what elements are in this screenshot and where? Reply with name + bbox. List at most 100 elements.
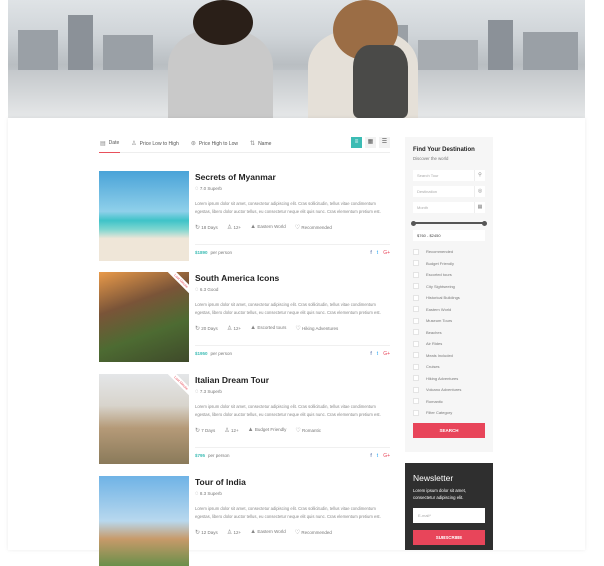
checkbox[interactable] xyxy=(413,386,419,393)
sort-bar: ▤ Date ♙ Price Low to High ⊛ Price High to … xyxy=(99,135,390,153)
tour-image[interactable]: Last Minute xyxy=(99,272,189,362)
price-slider[interactable] xyxy=(411,220,487,226)
category-checkbox[interactable]: Hiking Adventures xyxy=(413,373,485,385)
category-checkbox[interactable]: Air Rides xyxy=(413,338,485,350)
category-checkbox[interactable]: Filter Category xyxy=(413,407,485,419)
google-plus-icon[interactable]: G+ xyxy=(383,250,390,256)
tour-image[interactable] xyxy=(99,171,189,261)
calendar-icon: ▦ xyxy=(474,202,485,213)
tour-age: 12+ xyxy=(233,530,242,535)
checkbox[interactable] xyxy=(413,271,419,278)
checkbox[interactable] xyxy=(413,375,419,382)
user-icon: ♙ xyxy=(226,225,233,231)
checkbox[interactable] xyxy=(413,306,419,313)
email-input[interactable]: E-mail* xyxy=(413,508,485,523)
tour-image[interactable]: Last Minute xyxy=(99,374,189,464)
tour-card: Tour of India ◌ 8.3 Superb Lorem ipsum d… xyxy=(99,476,390,566)
tour-age: 12+ xyxy=(233,225,242,230)
compact-view-button[interactable]: ☰ xyxy=(379,137,390,148)
subscribe-button[interactable]: SUBSCRIBE xyxy=(413,530,485,545)
sort-date[interactable]: ▤ Date xyxy=(99,135,121,153)
category-checkbox[interactable]: Meals Included xyxy=(413,350,485,362)
category-checkbox[interactable]: Volcano Adventures xyxy=(413,384,485,396)
tour-image[interactable] xyxy=(99,476,189,566)
destination-input[interactable]: Destination ◎ xyxy=(413,186,485,197)
month-input[interactable]: Month ▦ xyxy=(413,202,485,213)
facebook-icon[interactable]: f xyxy=(370,351,371,357)
category-checkbox[interactable]: Historical Buildings xyxy=(413,292,485,304)
duration-icon: ↻ xyxy=(195,428,201,434)
hero-image xyxy=(8,0,585,118)
category-icon: ▲ xyxy=(250,325,257,331)
facebook-icon[interactable]: f xyxy=(370,453,371,459)
tour-title[interactable]: Italian Dream Tour xyxy=(195,375,390,385)
tour-description: Lorem ipsum dolor sit amet, consectetur … xyxy=(195,302,381,315)
search-button[interactable]: SEARCH xyxy=(413,422,485,438)
category-icon: ♡ xyxy=(294,530,301,536)
filter-title: Find Your Destination xyxy=(413,147,475,153)
tour-title[interactable]: South America Icons xyxy=(195,273,390,283)
category-checkbox[interactable]: Recommended xyxy=(413,246,485,258)
category-icon: ♡ xyxy=(294,225,301,231)
sort-price-low-high[interactable]: ♙ Price Low to High xyxy=(130,135,180,153)
twitter-icon[interactable]: t xyxy=(377,250,378,256)
search-icon: ⚲ xyxy=(474,170,485,181)
tour-description: Lorem ipsum dolor sit amet, consectetur … xyxy=(195,506,381,519)
newsletter-box: Newsletter Lorem ipsum dolor sit amet, c… xyxy=(405,463,493,550)
category-icon: ▲ xyxy=(250,224,257,230)
checkbox[interactable] xyxy=(413,294,419,301)
tour-tag: Recommended xyxy=(301,530,332,535)
checkbox[interactable] xyxy=(413,329,419,336)
search-tour-input[interactable]: Search Tour ⚲ xyxy=(413,170,485,181)
category-checkbox[interactable]: Beaches xyxy=(413,327,485,339)
tour-days: 7 Days xyxy=(201,428,216,433)
category-icon: ♡ xyxy=(295,428,301,434)
tour-rating: 8.3 Superb xyxy=(199,491,222,496)
price-unit: per person xyxy=(210,250,233,255)
sort-price-high-low[interactable]: ⊛ Price High to Low xyxy=(190,135,239,153)
google-plus-icon[interactable]: G+ xyxy=(383,351,390,357)
checkbox[interactable] xyxy=(413,409,419,416)
category-icon: ▲ xyxy=(247,427,254,433)
category-icon: ♡ xyxy=(295,326,301,332)
checkbox[interactable] xyxy=(413,340,419,347)
checkbox[interactable] xyxy=(413,248,419,255)
category-checkbox[interactable]: Museum Tours xyxy=(413,315,485,327)
destination-filter: Find Your Destination Discover the world… xyxy=(405,137,493,452)
checkbox[interactable] xyxy=(413,352,419,359)
sort-name[interactable]: ⇅ Name xyxy=(249,135,272,153)
category-checkbox[interactable]: Romantic xyxy=(413,396,485,408)
twitter-icon[interactable]: t xyxy=(377,453,378,459)
list-view-button[interactable]: ≡ xyxy=(351,137,362,148)
slider-min-handle[interactable] xyxy=(411,220,416,226)
google-plus-icon[interactable]: G+ xyxy=(383,453,390,459)
category-checkbox[interactable]: Cruises xyxy=(413,361,485,373)
price-unit: per person xyxy=(208,453,230,458)
tour-title[interactable]: Secrets of Myanmar xyxy=(195,172,390,182)
slider-max-handle[interactable] xyxy=(482,220,487,226)
tour-card: Last Minute South America Icons ◌ 6.3 Go… xyxy=(99,272,390,362)
last-minute-ribbon: Last Minute xyxy=(164,272,189,298)
tour-tag: Recommended xyxy=(301,225,332,230)
last-minute-ribbon: Last Minute xyxy=(164,374,189,400)
facebook-icon[interactable]: f xyxy=(370,250,371,256)
category-checkbox[interactable]: City Sightseeing xyxy=(413,281,485,293)
tour-tag: Hiking Adventures xyxy=(302,326,339,331)
category-checkbox[interactable]: Escorted tours xyxy=(413,269,485,281)
twitter-icon[interactable]: t xyxy=(377,351,378,357)
checkbox[interactable] xyxy=(413,283,419,290)
tour-title[interactable]: Tour of India xyxy=(195,477,390,487)
checkbox[interactable] xyxy=(413,317,419,324)
target-icon: ◎ xyxy=(474,186,485,197)
price-icon: ⊛ xyxy=(190,141,196,147)
checkbox[interactable] xyxy=(413,260,419,267)
tour-description: Lorem ipsum dolor sit amet, consectetur … xyxy=(195,201,381,214)
rating-icon: ◌ xyxy=(195,491,199,497)
grid-view-button[interactable]: ▦ xyxy=(365,137,376,148)
category-checkbox[interactable]: Eastern World xyxy=(413,304,485,316)
checkbox[interactable] xyxy=(413,398,419,405)
category-icon: ▲ xyxy=(250,529,257,535)
category-checkbox[interactable]: Budget Friendly xyxy=(413,258,485,270)
filter-subtitle: Discover the world xyxy=(413,156,449,161)
checkbox[interactable] xyxy=(413,363,419,370)
